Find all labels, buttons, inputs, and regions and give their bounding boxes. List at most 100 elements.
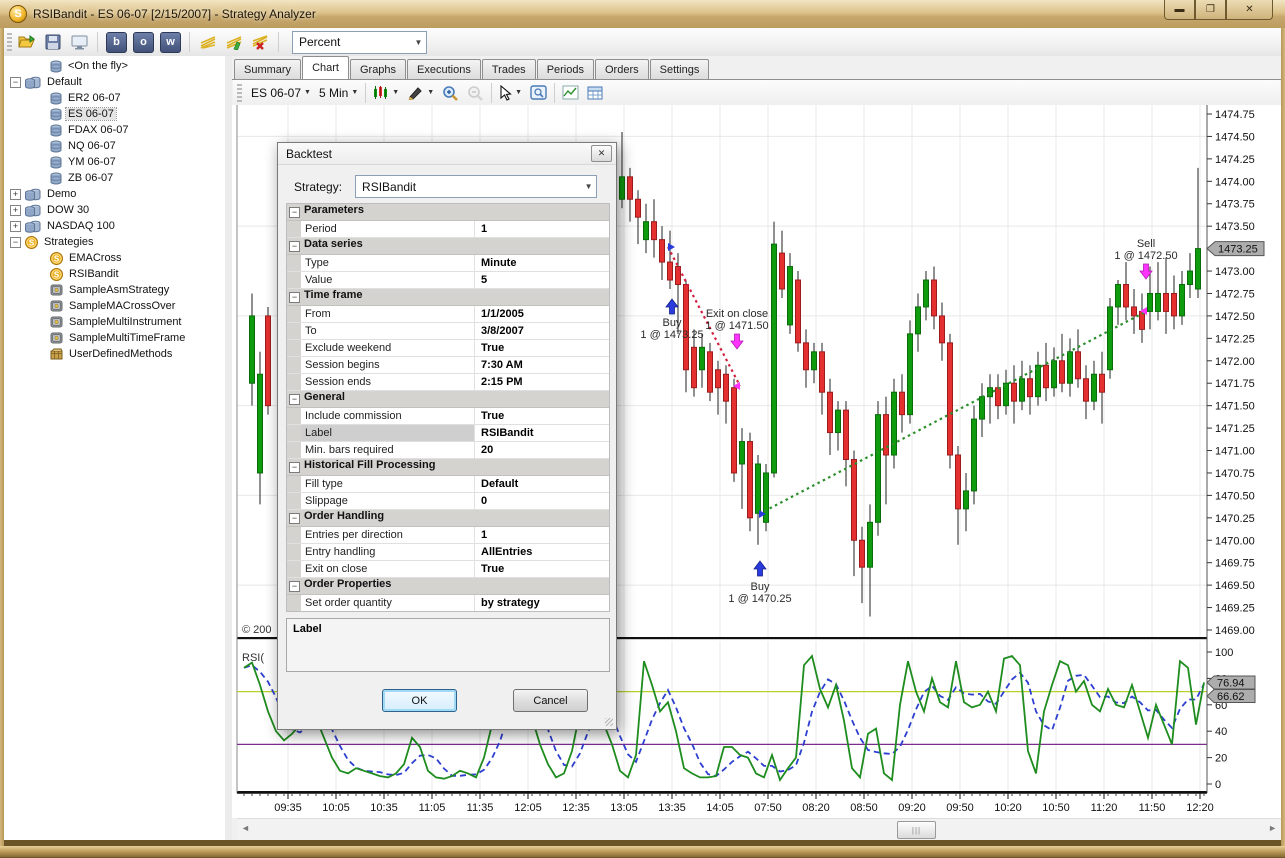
property-name[interactable]: Entry handling xyxy=(301,544,475,560)
scrollbar-thumb[interactable]: ||| xyxy=(897,821,936,839)
tree-item-strategies[interactable]: −SStrategies xyxy=(4,234,96,250)
strategy-icon[interactable] xyxy=(197,31,219,53)
tree-item-samplemultiinstrument[interactable]: SampleMultiInstrument xyxy=(4,314,184,330)
tree-item-zb-06-07[interactable]: ZB 06-07 xyxy=(4,170,115,186)
grid-row-set-order-quantity[interactable]: Set order quantityby strategy xyxy=(287,595,609,612)
property-value[interactable]: Default xyxy=(475,476,609,492)
expander-icon[interactable]: − xyxy=(10,237,21,248)
grid-category-data-series[interactable]: −Data series xyxy=(287,238,609,255)
grid-row-session-begins[interactable]: Session begins7:30 AM xyxy=(287,357,609,374)
property-name[interactable]: Value xyxy=(301,272,475,288)
grid-row-exit-on-close[interactable]: Exit on closeTrue xyxy=(287,561,609,578)
scroll-left-icon[interactable]: ◄ xyxy=(241,823,250,833)
property-value[interactable]: 20 xyxy=(475,442,609,458)
tree-item-ym-06-07[interactable]: YM 06-07 xyxy=(4,154,118,170)
property-name[interactable]: Exit on close xyxy=(301,561,475,577)
collapse-icon[interactable]: − xyxy=(289,241,300,252)
dialog-titlebar[interactable]: Backtest ✕ xyxy=(278,143,616,165)
grid-icon[interactable] xyxy=(583,82,607,103)
property-name[interactable]: Include commission xyxy=(301,408,475,424)
o-button[interactable]: o xyxy=(133,32,154,53)
grid-row-fill-type[interactable]: Fill typeDefault xyxy=(287,476,609,493)
tree-item-userdefinedmethods[interactable]: UserDefinedMethods xyxy=(4,346,174,362)
tree-item-er2-06-07[interactable]: ER2 06-07 xyxy=(4,90,123,106)
grid-category-time-frame[interactable]: −Time frame xyxy=(287,289,609,306)
strategy-edit-icon[interactable] xyxy=(223,31,245,53)
expander-icon[interactable]: + xyxy=(10,221,21,232)
toolbar-grip[interactable] xyxy=(7,33,12,51)
property-value[interactable]: RSIBandit xyxy=(475,425,609,441)
property-value[interactable]: 1 xyxy=(475,221,609,237)
scroll-right-icon[interactable]: ► xyxy=(1268,823,1277,833)
drawing-tool-dropdown[interactable]: ▼ xyxy=(403,82,438,103)
dialog-close-icon[interactable]: ✕ xyxy=(591,145,612,162)
grid-category-order-properties[interactable]: −Order Properties xyxy=(287,578,609,595)
chart-region-icon[interactable] xyxy=(558,82,583,103)
grid-row-from[interactable]: From1/1/2005 xyxy=(287,306,609,323)
property-name[interactable]: Fill type xyxy=(301,476,475,492)
property-name[interactable]: Set order quantity xyxy=(301,595,475,611)
property-value[interactable]: Minute xyxy=(475,255,609,271)
grid-row-period[interactable]: Period1 xyxy=(287,221,609,238)
tree-item-nasdaq-100[interactable]: +NASDAQ 100 xyxy=(4,218,117,234)
property-value[interactable]: 1 xyxy=(475,527,609,543)
window-titlebar[interactable]: S RSIBandit - ES 06-07 [2/15/2007] - Str… xyxy=(0,0,1285,29)
tab-chart[interactable]: Chart xyxy=(302,56,349,79)
property-value[interactable]: AllEntries xyxy=(475,544,609,560)
collapse-icon[interactable]: − xyxy=(289,513,300,524)
tab-periods[interactable]: Periods xyxy=(537,59,594,79)
grid-row-slippage[interactable]: Slippage0 xyxy=(287,493,609,510)
bar-type-dropdown[interactable]: ▼ xyxy=(369,82,403,103)
b-button[interactable]: b xyxy=(106,32,127,53)
zoom-in-icon[interactable] xyxy=(438,82,463,103)
chart-horizontal-scrollbar[interactable]: ◄ ► ||| xyxy=(237,818,1281,840)
property-value[interactable]: True xyxy=(475,408,609,424)
property-value[interactable]: 2:15 PM xyxy=(475,374,609,390)
property-name[interactable]: Slippage xyxy=(301,493,475,509)
interval-dropdown[interactable]: 5 Min ▼ xyxy=(315,82,362,103)
display-mode-combobox[interactable]: Percent ▼ xyxy=(292,31,427,54)
tree-item-nq-06-07[interactable]: NQ 06-07 xyxy=(4,138,118,154)
tab-summary[interactable]: Summary xyxy=(234,59,301,79)
property-value[interactable]: 5 xyxy=(475,272,609,288)
grid-row-include-commission[interactable]: Include commissionTrue xyxy=(287,408,609,425)
w-button[interactable]: w xyxy=(160,32,181,53)
property-value[interactable]: True xyxy=(475,340,609,356)
grid-row-session-ends[interactable]: Session ends2:15 PM xyxy=(287,374,609,391)
tree-item-default[interactable]: −Default xyxy=(4,74,84,90)
tree-item-sampleasmstrategy[interactable]: SampleAsmStrategy xyxy=(4,282,171,298)
property-value[interactable]: 1/1/2005 xyxy=(475,306,609,322)
grid-row-min-bars-required[interactable]: Min. bars required20 xyxy=(287,442,609,459)
display-icon[interactable] xyxy=(68,31,90,53)
grid-row-type[interactable]: TypeMinute xyxy=(287,255,609,272)
grid-row-label[interactable]: LabelRSIBandit xyxy=(287,425,609,442)
dialog-resize-grip[interactable] xyxy=(605,718,613,726)
grid-category-parameters[interactable]: −Parameters xyxy=(287,204,609,221)
tree-item-samplemultitimeframe[interactable]: SampleMultiTimeFrame xyxy=(4,330,187,346)
tab-graphs[interactable]: Graphs xyxy=(350,59,406,79)
strategy-remove-icon[interactable] xyxy=(249,31,271,53)
tree-item-demo[interactable]: +Demo xyxy=(4,186,78,202)
strategy-combobox[interactable]: RSIBandit ▼ xyxy=(355,175,597,198)
collapse-icon[interactable]: − xyxy=(289,394,300,405)
open-file-icon[interactable] xyxy=(16,31,38,53)
property-value[interactable]: 3/8/2007 xyxy=(475,323,609,339)
property-value[interactable]: True xyxy=(475,561,609,577)
close-button[interactable]: ✕ xyxy=(1226,0,1273,20)
property-name[interactable]: Entries per direction xyxy=(301,527,475,543)
tab-executions[interactable]: Executions xyxy=(407,59,481,79)
property-value[interactable]: by strategy xyxy=(475,595,609,611)
tree-item-on-the-fly[interactable]: <On the fly> xyxy=(4,58,130,74)
chart-toolbar-grip[interactable] xyxy=(237,84,242,102)
tree-item-samplemacrossover[interactable]: SampleMACrossOver xyxy=(4,298,177,314)
property-name[interactable]: Type xyxy=(301,255,475,271)
grid-category-general[interactable]: −General xyxy=(287,391,609,408)
tree-item-fdax-06-07[interactable]: FDAX 06-07 xyxy=(4,122,131,138)
grid-category-historical-fill-processing[interactable]: −Historical Fill Processing xyxy=(287,459,609,476)
data-box-icon[interactable] xyxy=(526,82,551,103)
grid-row-entries-per-direction[interactable]: Entries per direction1 xyxy=(287,527,609,544)
property-name[interactable]: Session ends xyxy=(301,374,475,390)
property-name[interactable]: Period xyxy=(301,221,475,237)
tab-orders[interactable]: Orders xyxy=(595,59,649,79)
property-name[interactable]: Min. bars required xyxy=(301,442,475,458)
